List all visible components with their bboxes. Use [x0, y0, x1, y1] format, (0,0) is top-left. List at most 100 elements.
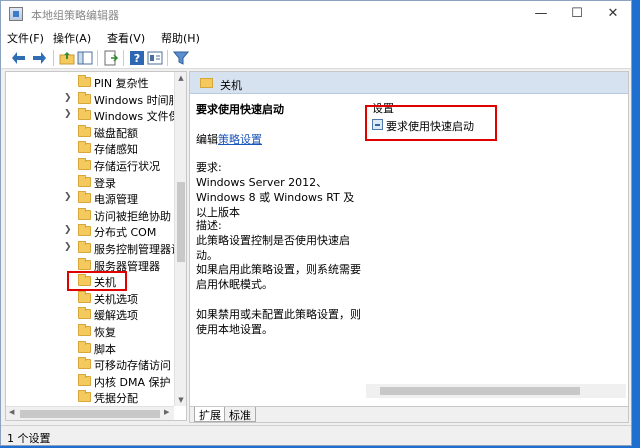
help-icon[interactable]: ? — [129, 50, 145, 66]
highlight-box-setting — [365, 105, 497, 141]
show-hide-tree-icon[interactable] — [77, 50, 93, 66]
scroll-up-icon[interactable]: ▲ — [175, 72, 186, 84]
folder-icon — [78, 373, 91, 386]
folder-icon — [78, 357, 91, 370]
folder-icon — [78, 324, 91, 336]
expand-arrow-icon[interactable]: ❯ — [64, 242, 72, 252]
tree-item-label: Windows 文件保 — [94, 110, 176, 124]
requirements-label: 要求: — [196, 161, 222, 174]
tree-item[interactable]: 存储运行状况 — [6, 157, 176, 173]
folder-icon — [78, 108, 91, 121]
close-button[interactable]: ✕ — [593, 1, 633, 27]
tree-item[interactable]: 磁盘配额 — [6, 124, 176, 140]
tree-item[interactable]: 内核 DMA 保护 — [6, 373, 176, 389]
tree-item-label: PIN 复杂性 — [94, 77, 149, 90]
maximize-button[interactable]: ☐ — [557, 1, 597, 27]
properties-icon[interactable] — [147, 50, 163, 66]
tab-extended[interactable]: 扩展 — [194, 407, 226, 422]
minimize-button[interactable]: — — [521, 1, 561, 27]
tree-item[interactable]: ❯ 分布式 COM — [6, 223, 176, 239]
toolbar-separator — [53, 50, 54, 66]
settings-list: 设置 要求使用快速启动 — [370, 98, 626, 398]
tree-item[interactable]: 凭据分配 — [6, 389, 176, 405]
tree-item-label: 凭据分配 — [94, 392, 138, 406]
menu-view[interactable]: 查看(V) — [107, 30, 145, 46]
tree-item[interactable]: ❯ 服务控制管理器设 — [6, 240, 176, 256]
folder-icon — [200, 78, 213, 88]
menu-help[interactable]: 帮助(H) — [161, 30, 200, 46]
requirements-text: Windows Server 2012、Windows 8 或 Windows … — [196, 176, 355, 219]
folder-icon — [78, 241, 91, 253]
folder-up-icon[interactable] — [59, 50, 75, 66]
scroll-left-icon[interactable]: ◀ — [9, 408, 14, 416]
edit-policy-line: 编辑策略设置 — [196, 132, 262, 147]
tree-item-label: 存储感知 — [94, 143, 138, 157]
folder-icon — [78, 207, 91, 220]
title-bar[interactable]: 本地组策略编辑器 — ☐ ✕ — [1, 1, 631, 27]
tree-item[interactable]: ❯ Windows 时间服 — [6, 91, 176, 107]
tree-item[interactable]: PIN 复杂性 — [6, 74, 176, 90]
tree-item[interactable]: 存储感知 — [6, 140, 176, 156]
expand-arrow-icon[interactable]: ❯ — [64, 225, 72, 235]
menu-file[interactable]: 文件(F) — [7, 30, 44, 46]
tree-item-label: 恢复 — [94, 326, 116, 339]
folder-icon — [78, 75, 91, 87]
tree-item[interactable]: ❯ Windows 文件保 — [6, 107, 176, 123]
tree-horizontal-scrollbar[interactable]: ◀ ▶ — [6, 406, 174, 420]
tree-item[interactable]: 可移动存储访问 — [6, 356, 176, 372]
forward-icon[interactable] — [31, 50, 47, 66]
tree-item-label: 内核 DMA 保护 — [94, 375, 171, 389]
folder-icon — [78, 91, 91, 104]
scroll-thumb[interactable] — [177, 182, 185, 262]
folder-icon — [78, 141, 91, 154]
tree-item-label: 电源管理 — [94, 193, 138, 207]
back-icon[interactable] — [11, 50, 27, 66]
tree-item-label: 可移动存储访问 — [94, 359, 171, 373]
policy-title: 要求使用快速启动 — [196, 103, 284, 116]
folder-icon — [78, 290, 91, 303]
toolbar-separator — [97, 50, 98, 66]
expand-arrow-icon[interactable]: ❯ — [64, 93, 72, 103]
tree-item[interactable]: 脚本 — [6, 340, 176, 356]
enabled-text: 如果启用此策略设置，则系统需要启用休眠模式。 — [196, 263, 361, 291]
svg-text:?: ? — [134, 52, 140, 65]
tree-item[interactable]: 恢复 — [6, 323, 176, 339]
scroll-right-icon[interactable]: ▶ — [164, 408, 169, 416]
menu-bar: 文件(F) 操作(A) 查看(V) 帮助(H) — [1, 27, 631, 47]
tree-item[interactable]: 登录 — [6, 174, 176, 190]
tree-item-label: 服务控制管理器设 — [94, 243, 176, 256]
status-bar: 1 个设置 — [1, 425, 631, 445]
filter-icon[interactable] — [173, 50, 189, 66]
edit-policy-link[interactable]: 策略设置 — [218, 133, 262, 146]
edit-prefix: 编辑 — [196, 133, 218, 146]
window-title: 本地组策略编辑器 — [31, 9, 119, 22]
scroll-down-icon[interactable]: ▼ — [175, 394, 186, 406]
description-text: 此策略设置控制是否使用快速启动。 — [196, 234, 350, 262]
details-header-title: 关机 — [220, 79, 242, 92]
tree-item[interactable]: ❯ 电源管理 — [6, 190, 176, 206]
expand-arrow-icon[interactable]: ❯ — [64, 192, 72, 202]
tree-item-label: 脚本 — [94, 342, 116, 356]
status-text: 1 个设置 — [7, 432, 51, 445]
folder-icon — [78, 340, 91, 353]
tree-pane[interactable]: PIN 复杂性 ❯ Windows 时间服 ❯ Windows 文件保 磁盘配额 存储感知存… — [5, 71, 187, 421]
scroll-thumb[interactable] — [380, 387, 580, 395]
tree-item[interactable]: 缓解选项 — [6, 306, 176, 322]
expand-arrow-icon[interactable]: ❯ — [64, 109, 72, 119]
scroll-thumb[interactable] — [20, 410, 160, 418]
tree-item-label: 访问被拒绝协助 — [94, 209, 171, 223]
tab-standard[interactable]: 标准 — [224, 407, 256, 422]
menu-action[interactable]: 操作(A) — [53, 30, 91, 46]
details-horizontal-scrollbar[interactable] — [366, 384, 626, 398]
highlight-box-tree — [67, 271, 127, 291]
toolbar-separator — [167, 50, 168, 66]
folder-icon — [78, 307, 91, 320]
tree-vertical-scrollbar[interactable]: ▲ ▼ — [174, 72, 186, 406]
folder-icon — [78, 390, 91, 403]
tree-item-label: 存储运行状况 — [94, 160, 160, 173]
toolbar-separator — [123, 50, 124, 66]
disabled-text: 如果禁用或未配置此策略设置，则使用本地设置。 — [196, 308, 361, 336]
tree-item[interactable]: 访问被拒绝协助 — [6, 207, 176, 223]
tree-item[interactable]: 关机选项 — [6, 290, 176, 306]
export-list-icon[interactable] — [103, 50, 119, 66]
